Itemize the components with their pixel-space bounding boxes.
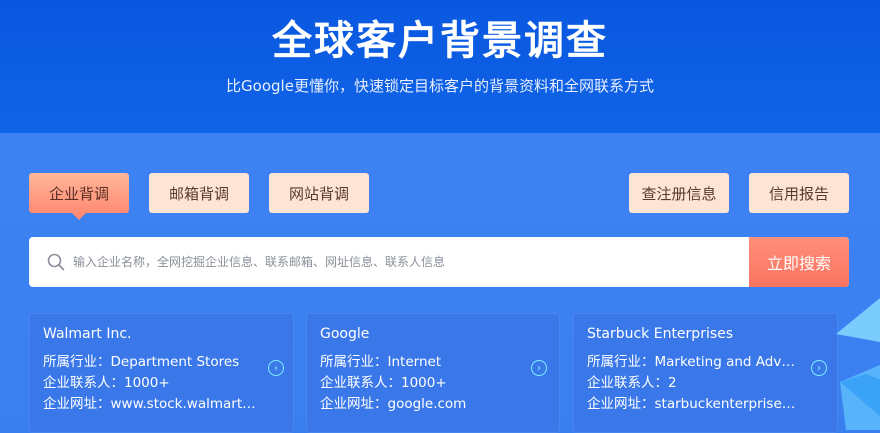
company-contacts: 企业联系人：1000+	[320, 375, 447, 391]
chevron-right-icon[interactable]: ›	[268, 360, 284, 376]
credit-report-button[interactable]: 信用报告	[749, 173, 849, 213]
tab-company-check[interactable]: 企业背调	[29, 173, 129, 213]
search-input[interactable]	[73, 237, 733, 287]
company-name: Google	[320, 326, 370, 342]
page-subtitle: 比Google更懂你，快速锁定目标客户的背景资料和全网联系方式	[226, 77, 654, 95]
company-card-walmart[interactable]: Walmart Inc. 所属行业：Department Stores 企业联系…	[29, 313, 294, 433]
company-website: 企业网址：google.com	[320, 396, 467, 412]
search-bar: 立即搜索	[29, 237, 849, 287]
company-industry: 所属行业：Marketing and Advertising	[587, 354, 802, 370]
hero-banner: 全球客户背景调查 比Google更懂你，快速锁定目标客户的背景资料和全网联系方式	[0, 0, 880, 133]
company-website: 企业网址：starbuckenterprises.com	[587, 396, 802, 412]
company-industry: 所属行业：Department Stores	[43, 354, 240, 370]
company-card-google[interactable]: Google 所属行业：Internet 企业联系人：1000+ 企业网址：go…	[306, 313, 560, 433]
company-industry: 所属行业：Internet	[320, 354, 442, 370]
chevron-right-icon[interactable]: ›	[811, 360, 827, 376]
company-name: Walmart Inc.	[43, 326, 132, 342]
company-name: Starbuck Enterprises	[587, 326, 734, 342]
chevron-right-icon[interactable]: ›	[531, 360, 547, 376]
search-icon	[47, 253, 65, 271]
search-button[interactable]: 立即搜索	[749, 237, 849, 287]
tab-email-check[interactable]: 邮箱背调	[149, 173, 249, 213]
company-contacts: 企业联系人：1000+	[43, 375, 170, 391]
registration-info-button[interactable]: 查注册信息	[629, 173, 729, 213]
page-title: 全球客户背景调查	[272, 18, 608, 64]
company-contacts: 企业联系人：2	[587, 375, 677, 391]
company-website: 企业网址：www.stock.walmart.com	[43, 396, 258, 412]
company-card-starbuck[interactable]: Starbuck Enterprises 所属行业：Marketing and …	[573, 313, 838, 433]
tab-website-check[interactable]: 网站背调	[269, 173, 369, 213]
active-tab-indicator	[72, 213, 86, 220]
decorative-cube-graphic	[836, 298, 880, 430]
